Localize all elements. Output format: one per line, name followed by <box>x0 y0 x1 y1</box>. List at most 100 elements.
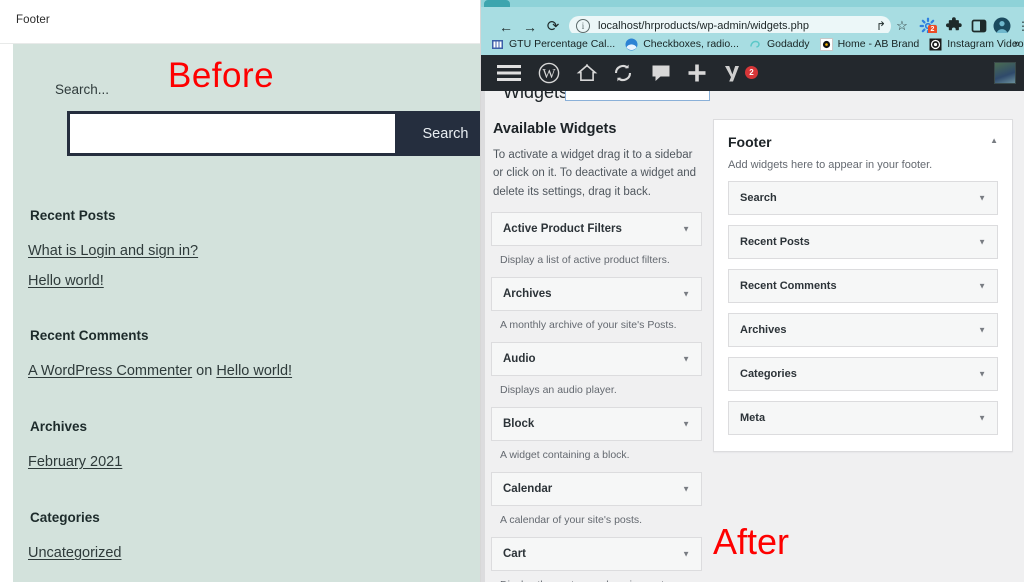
comment-post-link[interactable]: Hello world! <box>216 363 292 379</box>
new-content-icon[interactable] <box>685 61 709 85</box>
chevron-up-icon[interactable]: ▲ <box>990 136 998 145</box>
share-icon[interactable]: ↱ <box>873 18 889 34</box>
footer-widget-title: Meta <box>740 412 766 424</box>
recent-posts-heading: Recent Posts <box>30 208 116 223</box>
bookmark-favicon <box>491 38 504 51</box>
categories-heading: Categories <box>30 510 100 525</box>
chevron-down-icon[interactable]: ▼ <box>978 282 986 291</box>
screenshot-root: Footer Search... Before Search Recent Po… <box>0 0 1024 582</box>
search-input[interactable] <box>67 111 398 156</box>
footer-widget-card[interactable]: Search ▼ <box>728 181 998 215</box>
comment-author-link[interactable]: A WordPress Commenter <box>28 363 192 379</box>
yoast-seo-icon[interactable] <box>721 61 743 85</box>
bookmark-favicon <box>929 38 942 51</box>
chevron-down-icon[interactable]: ▼ <box>978 414 986 423</box>
browser-tab[interactable] <box>484 0 510 7</box>
bookmarks-overflow-icon[interactable]: » <box>1014 38 1020 50</box>
chevron-down-icon[interactable]: ▼ <box>978 194 986 203</box>
footer-sidebar-column: Footer ▲ Add widgets here to appear in y… <box>713 119 1013 452</box>
chevron-down-icon[interactable]: ▼ <box>682 290 690 299</box>
recent-comment-item: A WordPress Commenter on Hello world! <box>28 363 292 379</box>
comments-icon[interactable] <box>649 61 673 85</box>
widget-search-input[interactable] <box>565 91 710 101</box>
bookmark-favicon <box>819 37 833 51</box>
bookmark-item[interactable]: GTU Percentage Cal... <box>491 38 615 51</box>
bookmark-item[interactable]: Godaddy <box>749 38 810 51</box>
chevron-down-icon[interactable]: ▼ <box>978 326 986 335</box>
browser-tab-strip <box>481 0 1024 7</box>
footer-widget-card[interactable]: Recent Comments ▼ <box>728 269 998 303</box>
bookmark-label: GTU Percentage Cal... <box>509 38 616 50</box>
footer-widget-card[interactable]: Meta ▼ <box>728 401 998 435</box>
bookmark-label: Godaddy <box>766 38 810 50</box>
recent-comments-heading: Recent Comments <box>30 328 149 343</box>
site-footer-topbar: Footer <box>0 0 480 44</box>
after-annotation-label: After <box>713 521 790 562</box>
available-widget-card[interactable]: Active Product Filters ▼ <box>491 212 702 247</box>
chevron-down-icon[interactable]: ▼ <box>682 485 690 494</box>
chevron-down-icon[interactable]: ▼ <box>682 420 690 429</box>
chevron-down-icon[interactable]: ▼ <box>682 355 690 364</box>
widget-card-title: Cart <box>503 548 527 561</box>
widget-card-title: Calendar <box>503 483 553 496</box>
wordpress-logo-icon[interactable]: W <box>537 61 561 85</box>
before-site-preview: Footer Search... Before Search Recent Po… <box>0 0 481 582</box>
available-widget-card[interactable]: Calendar ▼ <box>491 472 702 507</box>
bookmark-label: Checkboxes, radio... <box>643 38 739 50</box>
footer-widget-card[interactable]: Archives ▼ <box>728 313 998 347</box>
category-link-1[interactable]: Uncategorized <box>28 545 122 561</box>
bookmark-favicon <box>749 38 762 51</box>
widget-card-title: Archives <box>503 288 552 301</box>
wp-admin-bar: W 2 <box>481 55 1024 91</box>
widget-card-title: Audio <box>503 353 536 366</box>
available-widgets-description: To activate a widget drag it to a sideba… <box>493 149 697 198</box>
chevron-down-icon[interactable]: ▼ <box>978 238 986 247</box>
footer-widget-card[interactable]: Categories ▼ <box>728 357 998 391</box>
address-bar-url: localhost/hrproducts/wp-admin/widgets.ph… <box>598 20 809 32</box>
available-widget-card[interactable]: Block ▼ <box>491 407 702 442</box>
before-annotation-label: Before <box>168 56 275 95</box>
chevron-down-icon[interactable]: ▼ <box>682 550 690 559</box>
search-field-label: Search... <box>55 82 110 97</box>
footer-search-form: Search <box>67 111 480 156</box>
site-footer-body: Search... Before Search Recent Posts Wha… <box>13 44 480 582</box>
bookmark-item[interactable]: Checkboxes, radio... <box>625 38 739 51</box>
wp-user-avatar[interactable] <box>994 62 1016 84</box>
updates-icon[interactable] <box>611 61 635 85</box>
yoast-notification-count: 2 <box>745 66 758 79</box>
recent-post-link-2[interactable]: Hello world! <box>28 273 104 289</box>
site-info-icon[interactable]: i <box>576 19 590 33</box>
site-home-icon[interactable] <box>575 61 599 85</box>
chevron-down-icon[interactable]: ▼ <box>682 225 690 234</box>
footer-widget-title: Recent Posts <box>740 236 810 248</box>
recent-post-link-1[interactable]: What is Login and sign in? <box>28 243 198 259</box>
available-widget-card[interactable]: Cart ▼ <box>491 537 702 572</box>
widget-card-description: A calendar of your site's posts. <box>500 514 643 527</box>
footer-widget-card[interactable]: Recent Posts ▼ <box>728 225 998 259</box>
available-widgets-column: Available Widgets To activate a widget d… <box>489 121 704 582</box>
site-left-margin <box>0 44 13 582</box>
widget-card-title: Active Product Filters <box>503 223 622 236</box>
available-widget-card[interactable]: Audio ▼ <box>491 342 702 377</box>
footer-widget-title: Search <box>740 192 777 204</box>
chevron-down-icon[interactable]: ▼ <box>978 370 986 379</box>
bookmark-label: Instagram Video D... <box>947 38 1024 50</box>
widget-card-description: Display a list of active product filters… <box>500 254 670 267</box>
bookmark-item[interactable]: Instagram Video D... <box>929 38 1024 51</box>
wp-menu-toggle-icon[interactable] <box>495 61 523 85</box>
svg-text:W: W <box>542 67 556 82</box>
widget-card-description: A monthly archive of your site's Posts. <box>500 319 677 332</box>
bookmark-label: Home - AB Brand <box>837 38 920 50</box>
browser-toolbar: ← → ⟳ i localhost/hrproducts/wp-admin/wi… <box>481 7 1024 36</box>
archive-link-1[interactable]: February 2021 <box>28 454 122 470</box>
wp-admin-sidebar-edge <box>481 91 485 582</box>
widget-card-title: Block <box>503 418 535 431</box>
bookmark-star-icon[interactable]: ☆ <box>894 18 910 34</box>
comment-on-text: on <box>192 363 217 379</box>
bookmark-favicon <box>625 38 638 51</box>
bookmark-item[interactable]: Home - AB Brand <box>819 37 920 51</box>
search-submit-button[interactable]: Search <box>398 111 480 156</box>
footer-sidebar-title: Footer <box>728 134 772 150</box>
widget-card-description: A widget containing a block. <box>500 449 630 462</box>
available-widget-card[interactable]: Archives ▼ <box>491 277 702 312</box>
